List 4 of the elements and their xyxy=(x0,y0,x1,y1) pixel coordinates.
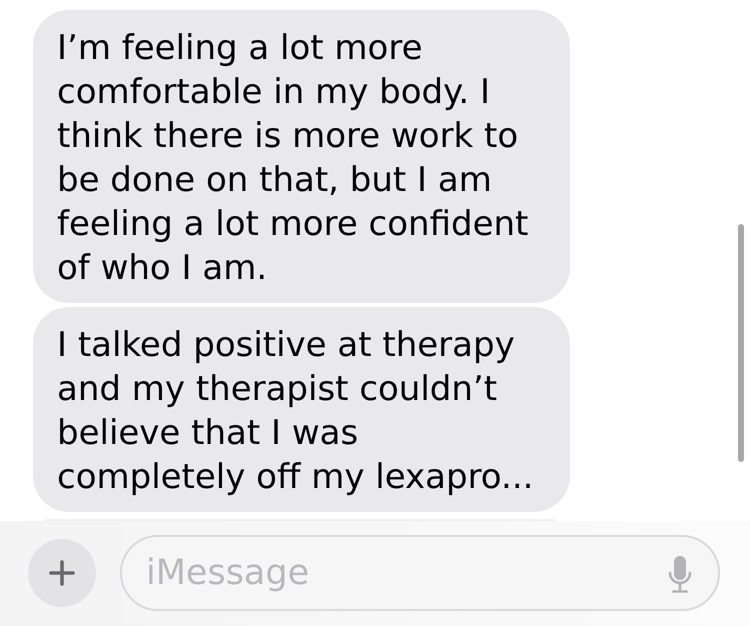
plus-icon xyxy=(49,560,75,586)
message-bubble: I talked positive at therapy and my therapist couldn’t believe that I was completely off my lexapro... xyxy=(33,307,570,512)
message-bubble: I’m feeling a lot more comfortable in my body. I think there is more work to be done on that, but I am feeling a lot more confident of who I am. xyxy=(33,10,570,303)
message-field[interactable]: iMessage xyxy=(120,535,720,612)
